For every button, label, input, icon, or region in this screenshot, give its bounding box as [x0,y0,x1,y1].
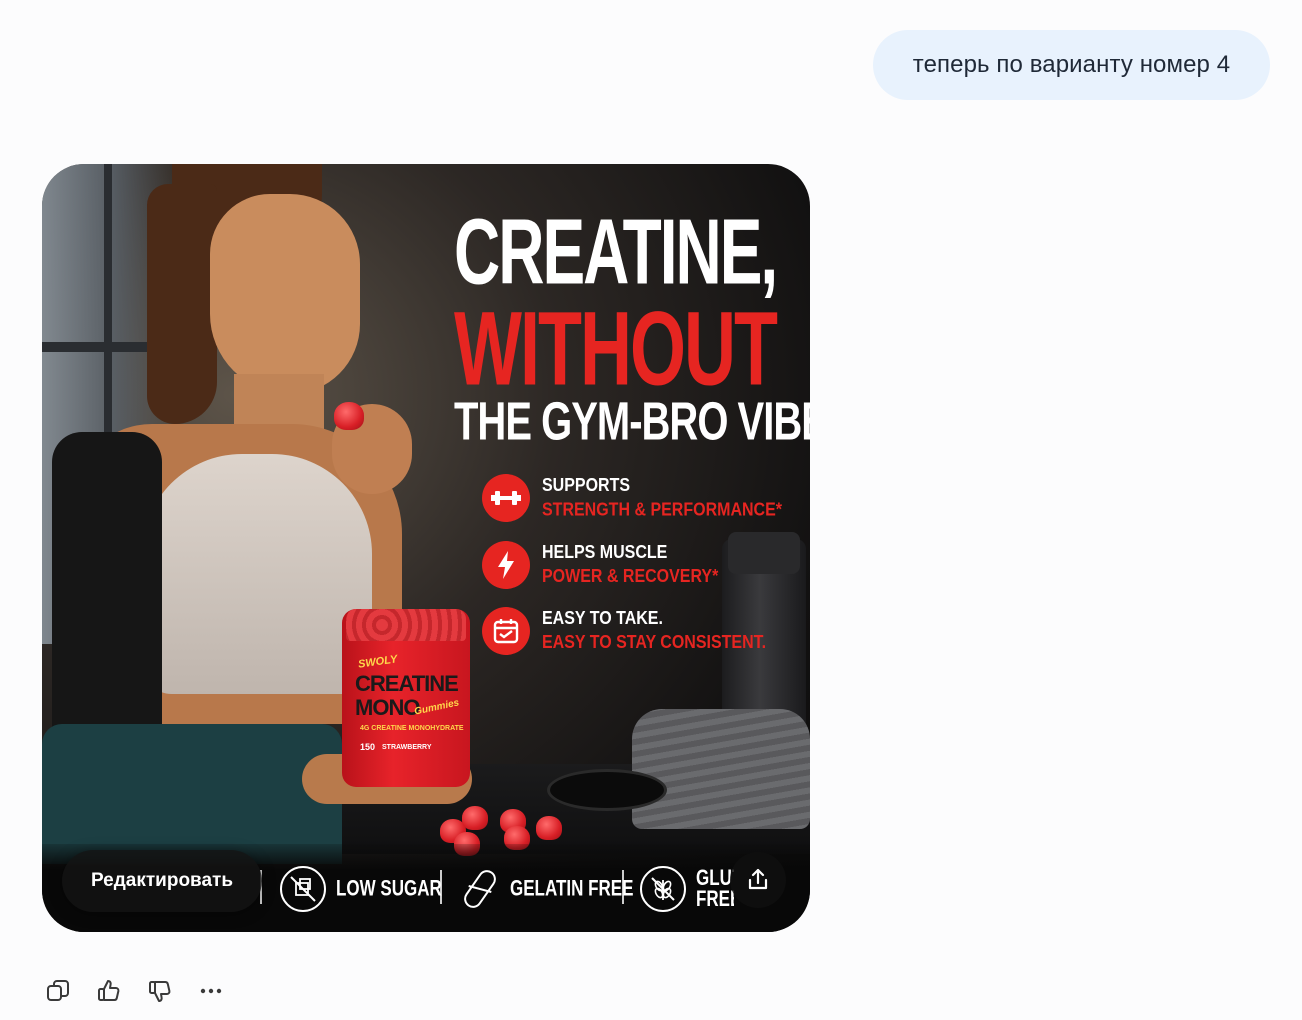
share-button[interactable] [730,852,786,908]
capsule-icon [458,866,502,912]
benefit-subtitle: POWER & RECOVERY* [542,567,719,587]
product-name-line1: CREATINE [355,671,459,696]
benefit-strength: SUPPORTS STRENGTH & PERFORMANCE* [482,474,782,522]
benefit-title: HELPS MUSCLE [542,543,668,563]
divider [440,870,442,904]
benefit-title: EASY TO TAKE. [542,609,663,629]
dislike-button[interactable] [144,975,176,1007]
benefit-power: HELPS MUSCLE POWER & RECOVERY* [482,541,718,589]
shaker-cap [728,532,800,574]
benefit-subtitle: STRENGTH & PERFORMANCE* [542,500,783,520]
gummy [462,806,488,830]
copy-icon [47,980,69,1001]
headline-line3: THE GYM-BRO VIBE [454,392,810,452]
feature-label: GLUT FREE [696,868,734,910]
more-button[interactable] [195,975,227,1007]
jar-gummies-top [346,609,466,641]
share-icon [748,868,768,890]
towel [632,709,810,829]
dumbbell-icon [482,474,530,522]
woman-face [210,194,360,394]
feature-label: LOW SUGAR [336,876,442,901]
feature-low-sugar: LOW SUGAR [280,866,442,912]
gummy-in-hand [334,402,364,430]
product-name: CREATINE MONO [355,671,459,720]
benefit-title: SUPPORTS [542,476,631,496]
calendar-check-icon [482,607,530,655]
generated-image[interactable]: SWOLY CREATINE MONO Gummies 4G CREATINE … [42,164,810,932]
user-message-bubble: теперь по варианту номер 4 [873,30,1270,100]
benefit-consistent: EASY TO TAKE. EASY TO STAY CONSISTENT. [482,607,766,655]
lightning-icon [482,541,530,589]
thumbs-up-icon [98,980,120,1001]
gummy [536,816,562,840]
product-count: 150 [360,742,376,752]
leggings [42,724,342,864]
sports-bra [142,454,372,694]
user-message-text: теперь по варианту номер 4 [912,51,1231,78]
more-icon [200,988,222,994]
woman-ponytail [147,184,217,424]
feature-label: GELATIN FREE [510,876,634,901]
no-gluten-icon [640,866,686,912]
jar-lid [547,769,667,811]
divider [622,870,624,904]
edit-image-button[interactable]: Редактировать [62,850,262,912]
no-sugar-icon [280,866,326,912]
copy-button[interactable] [42,975,74,1007]
product-flavor: STRAWBERRY [382,744,432,751]
message-actions [42,975,246,1007]
feature-gluten-free: GLUT FREE [640,866,734,912]
feature-gelatin-free: GELATIN FREE [458,866,633,912]
like-button[interactable] [93,975,125,1007]
benefit-subtitle: EASY TO STAY CONSISTENT. [542,633,767,653]
thumbs-down-icon [149,981,171,1002]
product-subtitle: 4G CREATINE MONOHYDRATE [360,725,464,732]
